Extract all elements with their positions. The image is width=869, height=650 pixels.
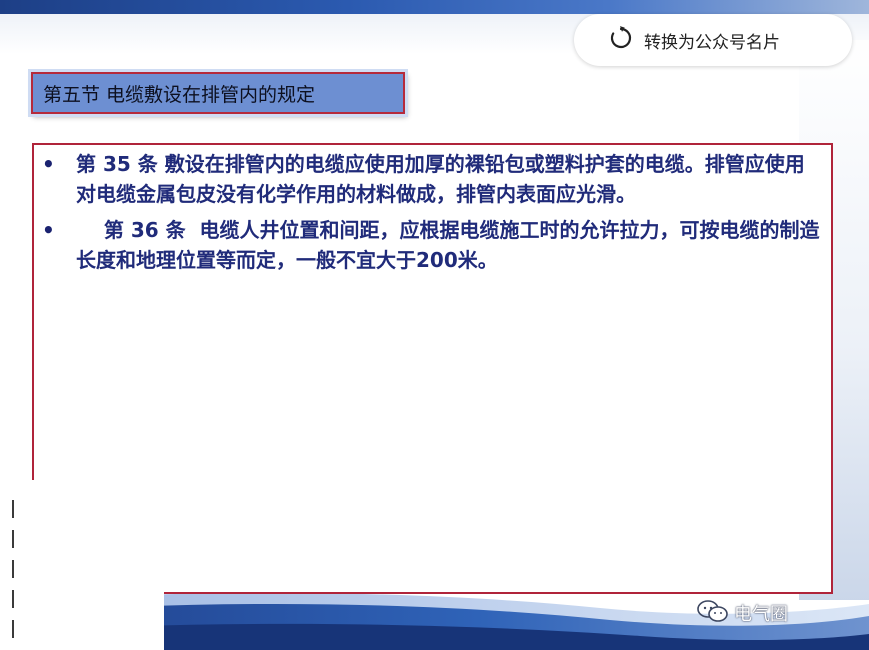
bullet-marker: • bbox=[42, 218, 55, 242]
regulation-list: • 第 35 条 敷设在排管内的电缆应使用加厚的裸铅包或塑料护套的电缆。排管应使… bbox=[34, 149, 831, 281]
wechat-icon bbox=[696, 599, 730, 627]
blank-overlay-panel bbox=[0, 480, 164, 650]
list-item: • 第 36 条 电缆人井位置和间距，应根据电缆施工时的允许拉力，可按电缆的制造… bbox=[34, 215, 831, 275]
regulation-text: 第 36 条 电缆人井位置和间距，应根据电缆施工时的允许拉力，可按电缆的制造长度… bbox=[76, 218, 820, 272]
convert-to-card-button[interactable]: 转换为公众号名片 bbox=[574, 14, 852, 66]
section-title: 第五节 电缆敷设在排管内的规定 bbox=[43, 83, 316, 106]
list-item: • 第 35 条 敷设在排管内的电缆应使用加厚的裸铅包或塑料护套的电缆。排管应使… bbox=[34, 149, 831, 209]
section-title-box: 第五节 电缆敷设在排管内的规定 bbox=[31, 72, 405, 114]
regulation-text: 第 35 条 敷设在排管内的电缆应使用加厚的裸铅包或塑料护套的电缆。排管应使用对… bbox=[76, 152, 805, 206]
bullet-marker: • bbox=[42, 152, 55, 176]
refresh-icon bbox=[608, 25, 634, 55]
dashed-divider bbox=[12, 500, 14, 650]
convert-to-card-label: 转换为公众号名片 bbox=[644, 32, 780, 53]
top-decor-band bbox=[0, 0, 869, 14]
watermark-text: 电气圈 bbox=[734, 604, 788, 625]
watermark: 电气圈 bbox=[696, 596, 788, 630]
